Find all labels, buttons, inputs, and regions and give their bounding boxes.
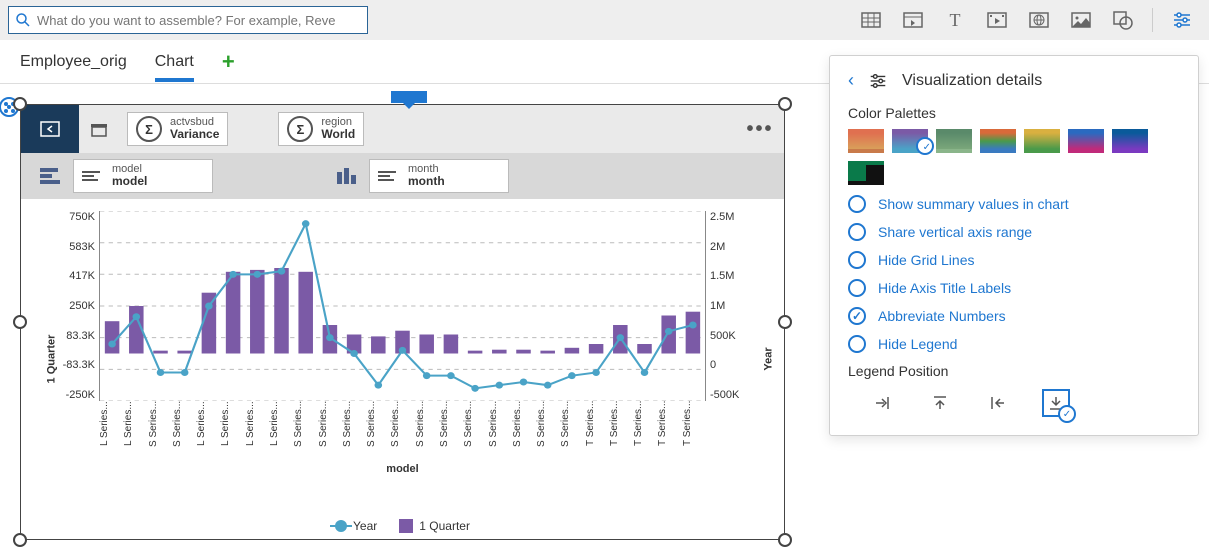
legend-pos-bottom[interactable] xyxy=(1042,389,1070,417)
settings-sliders-icon[interactable] xyxy=(1163,1,1201,39)
palette-swatch[interactable] xyxy=(1068,129,1104,153)
chip-bottom-label: model xyxy=(112,175,147,189)
vertical-bars-icon[interactable] xyxy=(323,159,369,193)
palette-swatch[interactable] xyxy=(980,129,1016,153)
horizontal-bars-icon[interactable] xyxy=(27,159,73,193)
insert-media-icon[interactable] xyxy=(978,1,1016,39)
y-axis-right-title: Year xyxy=(762,347,774,370)
back-chevron-icon[interactable]: ‹ xyxy=(848,70,854,91)
y-ticks-right: 2.5M2M1.5M1M500K0-500K xyxy=(706,211,754,401)
add-tab-button[interactable]: + xyxy=(222,49,235,75)
dimension-chip-model[interactable]: model model xyxy=(73,159,213,193)
widget-tab-marker xyxy=(391,91,427,103)
chart-widget[interactable]: Σ actvsbud Variance Σ region World ••• xyxy=(20,104,785,540)
legend-pos-left[interactable] xyxy=(984,389,1012,417)
resize-handle[interactable] xyxy=(778,533,792,547)
visualization-details-panel: ‹ Visualization details Color Palettes S… xyxy=(829,55,1199,436)
collapse-panel-icon[interactable] xyxy=(21,105,79,153)
legend-position-section-label: Legend Position xyxy=(848,363,1180,379)
palette-swatch[interactable] xyxy=(848,161,884,185)
y-axis-left-title: 1 Quarter xyxy=(45,335,57,384)
chart-plot-area xyxy=(99,211,706,401)
resize-handle[interactable] xyxy=(13,533,27,547)
insert-image-icon[interactable] xyxy=(1062,1,1100,39)
chip-bottom-label: World xyxy=(321,128,355,142)
legend-pos-right[interactable] xyxy=(868,389,896,417)
insert-web-icon[interactable] xyxy=(1020,1,1058,39)
search-input[interactable] xyxy=(37,13,361,28)
palette-swatch[interactable] xyxy=(936,129,972,153)
option-show-summary[interactable]: Show summary values in chart xyxy=(848,195,1180,213)
tab-employee-orig[interactable]: Employee_orig xyxy=(20,43,127,81)
resize-handle[interactable] xyxy=(13,97,27,111)
option-hide-grid[interactable]: Hide Grid Lines xyxy=(848,251,1180,269)
tab-chart[interactable]: Chart xyxy=(155,43,194,81)
panel-title: Visualization details xyxy=(902,72,1042,90)
legend-marker-bar xyxy=(399,519,413,533)
search-icon xyxy=(15,12,31,28)
option-hide-legend[interactable]: Hide Legend xyxy=(848,335,1180,353)
x-axis-title: model xyxy=(51,463,754,475)
more-menu-button[interactable]: ••• xyxy=(736,118,784,141)
insert-table-icon[interactable] xyxy=(852,1,890,39)
svg-text:T: T xyxy=(950,10,961,30)
sigma-icon: Σ xyxy=(136,116,162,142)
measure-chip-variance[interactable]: Σ actvsbud Variance xyxy=(127,112,228,146)
legend-label: 1 Quarter xyxy=(419,519,470,533)
insert-shape-icon[interactable] xyxy=(1104,1,1142,39)
x-ticks: L Series...L Series...S Series...S Serie… xyxy=(99,401,706,461)
measure-chip-world[interactable]: Σ region World xyxy=(278,112,364,146)
sort-icon xyxy=(82,171,104,181)
chip-bottom-label: Variance xyxy=(170,128,219,142)
resize-handle[interactable] xyxy=(778,97,792,111)
option-hide-axis-title[interactable]: Hide Axis Title Labels xyxy=(848,279,1180,297)
palette-swatch[interactable] xyxy=(848,129,884,153)
insert-text-icon[interactable]: T xyxy=(936,1,974,39)
palette-swatch[interactable] xyxy=(892,129,928,153)
sliders-icon xyxy=(868,71,888,91)
palette-swatch[interactable] xyxy=(1112,129,1148,153)
palette-swatch[interactable] xyxy=(1024,129,1060,153)
search-box[interactable] xyxy=(8,6,368,34)
option-share-axis[interactable]: Share vertical axis range xyxy=(848,223,1180,241)
palettes-section-label: Color Palettes xyxy=(848,105,1180,121)
dimension-chip-month[interactable]: month month xyxy=(369,159,509,193)
option-abbreviate-numbers[interactable]: Abbreviate Numbers xyxy=(848,307,1180,325)
y-ticks-left: 750K583K417K250K83.3K-83.3K-250K xyxy=(51,211,99,401)
insert-date-icon[interactable] xyxy=(894,1,932,39)
chip-bottom-label: month xyxy=(408,175,445,189)
home-icon[interactable] xyxy=(79,109,119,149)
sort-icon xyxy=(378,171,400,181)
chart-legend: Year 1 Quarter xyxy=(21,519,784,539)
legend-marker-line xyxy=(335,520,347,532)
legend-label: Year xyxy=(353,519,377,533)
sigma-icon: Σ xyxy=(287,116,313,142)
legend-pos-top[interactable] xyxy=(926,389,954,417)
